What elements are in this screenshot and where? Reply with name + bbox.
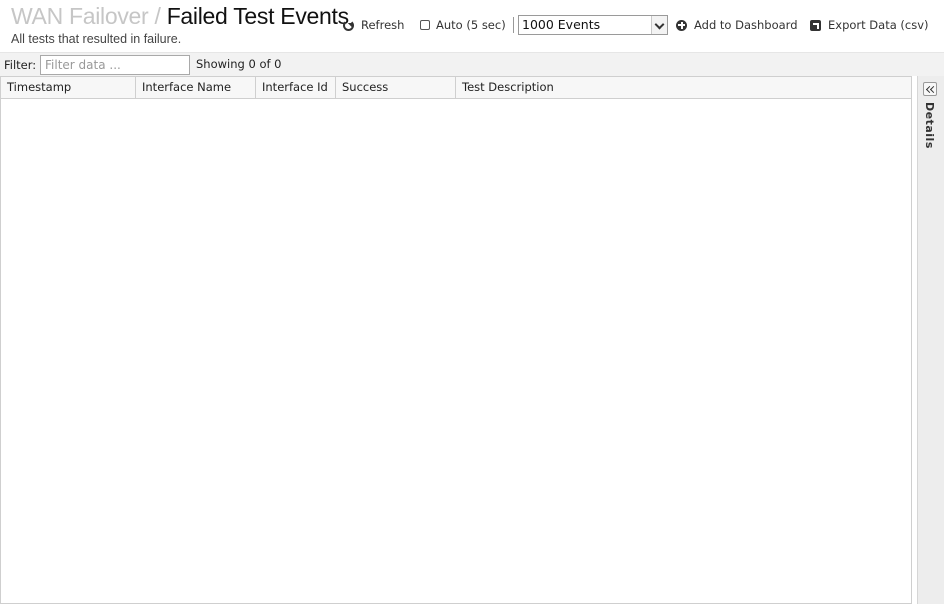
- breadcrumb-separator: /: [154, 3, 161, 29]
- breadcrumb-wan-failover[interactable]: WAN Failover: [11, 3, 149, 29]
- column-header-interface-id[interactable]: Interface Id: [256, 77, 336, 98]
- details-panel-label[interactable]: Details: [923, 102, 936, 149]
- auto-refresh-label: Auto (5 sec): [436, 18, 506, 32]
- column-header-success[interactable]: Success: [336, 77, 456, 98]
- showing-count: Showing 0 of 0: [196, 57, 282, 71]
- refresh-label: Refresh: [361, 18, 405, 32]
- auto-refresh-toggle[interactable]: Auto (5 sec): [420, 16, 506, 34]
- filter-label: Filter:: [4, 58, 37, 72]
- filter-input[interactable]: [40, 55, 190, 75]
- chevron-down-icon[interactable]: [651, 16, 667, 34]
- details-panel[interactable]: Details: [917, 76, 944, 604]
- page-heading: WAN Failover / Failed Test Events: [11, 3, 349, 30]
- filter-bar: Filter: Showing 0 of 0: [0, 52, 944, 76]
- add-to-dashboard-button[interactable]: Add to Dashboard: [676, 16, 798, 34]
- column-header-test-description[interactable]: Test Description: [456, 77, 911, 98]
- page-title: Failed Test Events: [166, 3, 349, 29]
- toolbar-divider: [513, 17, 514, 33]
- events-count-select[interactable]: 1000 Events: [518, 15, 668, 35]
- events-grid: Timestamp Interface Name Interface Id Su…: [0, 76, 912, 604]
- refresh-button[interactable]: Refresh: [343, 16, 404, 34]
- refresh-icon: [343, 20, 354, 31]
- grid-header: Timestamp Interface Name Interface Id Su…: [1, 77, 911, 99]
- header: WAN Failover / Failed Test Events All te…: [0, 0, 944, 52]
- double-chevron-left-icon[interactable]: [923, 82, 937, 96]
- auto-refresh-checkbox[interactable]: [420, 20, 430, 30]
- column-header-timestamp[interactable]: Timestamp: [1, 77, 136, 98]
- column-header-interface-name[interactable]: Interface Name: [136, 77, 256, 98]
- events-count-value: 1000 Events: [522, 17, 601, 32]
- export-icon: [810, 19, 821, 31]
- export-data-button[interactable]: Export Data (csv): [810, 16, 929, 34]
- export-data-label: Export Data (csv): [828, 18, 929, 32]
- plus-circle-icon: [676, 19, 687, 31]
- page: WAN Failover / Failed Test Events All te…: [0, 0, 944, 604]
- add-to-dashboard-label: Add to Dashboard: [694, 18, 798, 32]
- page-subtitle: All tests that resulted in failure.: [11, 32, 182, 46]
